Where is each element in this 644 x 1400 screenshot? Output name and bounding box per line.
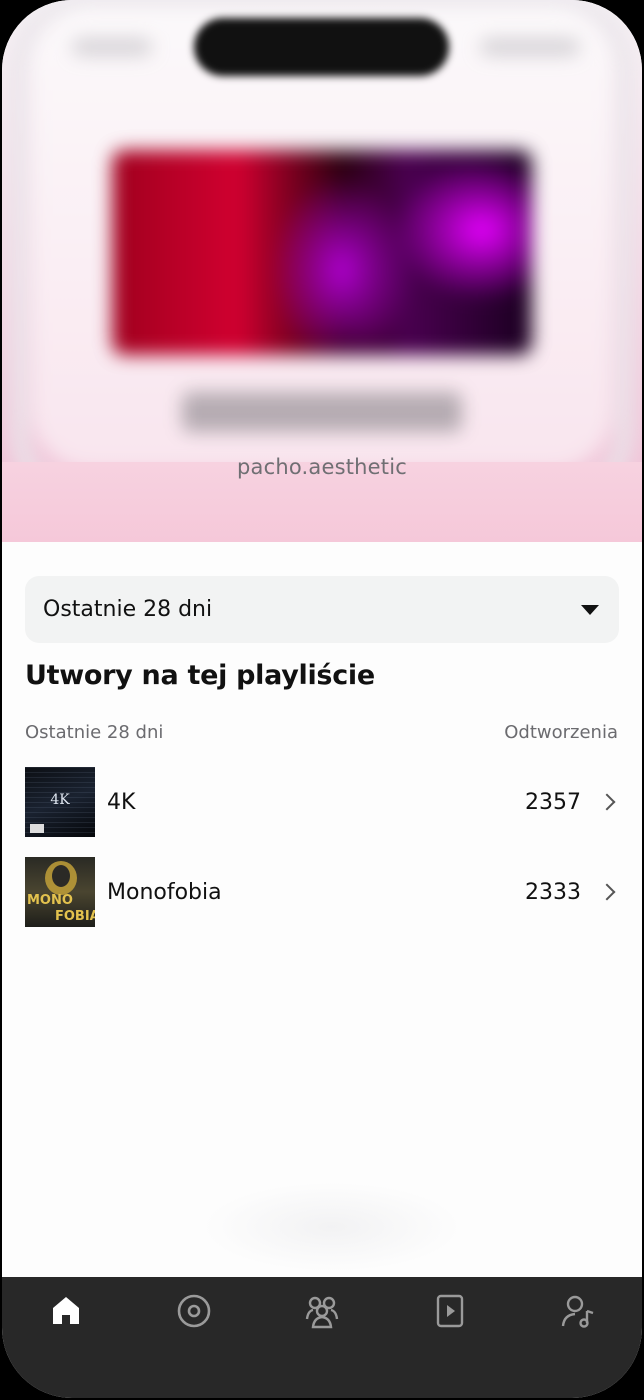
section-title: Utwory na tej playliście [25, 660, 375, 691]
track-plays: 2357 [525, 789, 581, 815]
main-content: Ostatnie 28 dni Utwory na tej playliście… [2, 542, 642, 1277]
phone-screen: pacho.aesthetic Ostatnie 28 dni Utwory n… [2, 0, 642, 1398]
play-video-icon [436, 1294, 464, 1328]
profile-music-icon [561, 1295, 594, 1328]
playlist-owner: pacho.aesthetic [236, 455, 407, 479]
cover-figure-head [52, 865, 70, 887]
column-header-period: Ostatnie 28 dni [25, 722, 164, 743]
cover-text: MONO [27, 893, 73, 908]
cover-text: FOBIA [55, 909, 95, 924]
period-dropdown[interactable]: Ostatnie 28 dni [25, 576, 619, 643]
track-row[interactable]: MONO FOBIA Monofobia 2333 [25, 856, 619, 928]
track-name: Monofobia [107, 879, 222, 905]
hero-header [2, 0, 642, 462]
music-disc-icon [177, 1294, 211, 1328]
bottom-navigation [2, 1277, 642, 1398]
faded-background [202, 1182, 462, 1272]
chevron-right-icon [598, 793, 616, 811]
cover-text: 4K [50, 792, 70, 808]
track-name: 4K [107, 789, 136, 815]
column-header-plays: Odtworzenia [504, 722, 618, 743]
blurred-playlist-title [182, 392, 462, 432]
track-plays: 2333 [525, 879, 581, 905]
playlist-cover-art [112, 150, 532, 355]
track-cover-4k: 4K [25, 767, 95, 837]
nav-audience[interactable] [290, 1293, 354, 1357]
parental-advisory-badge [30, 824, 44, 833]
status-bar-right [480, 38, 580, 56]
home-icon [53, 1297, 79, 1324]
track-row[interactable]: 4K 4K 2357 [25, 766, 619, 838]
track-cover-monofobia: MONO FOBIA [25, 857, 95, 927]
caret-down-icon [581, 605, 599, 615]
status-bar-left [72, 38, 152, 56]
audience-icon [305, 1296, 339, 1329]
dynamic-island [194, 18, 449, 76]
chevron-right-icon [598, 883, 616, 901]
nav-video[interactable] [418, 1293, 482, 1357]
period-dropdown-label: Ostatnie 28 dni [43, 597, 213, 622]
nav-music[interactable] [162, 1293, 226, 1357]
nav-profile[interactable] [546, 1293, 610, 1357]
nav-home[interactable] [34, 1293, 98, 1357]
